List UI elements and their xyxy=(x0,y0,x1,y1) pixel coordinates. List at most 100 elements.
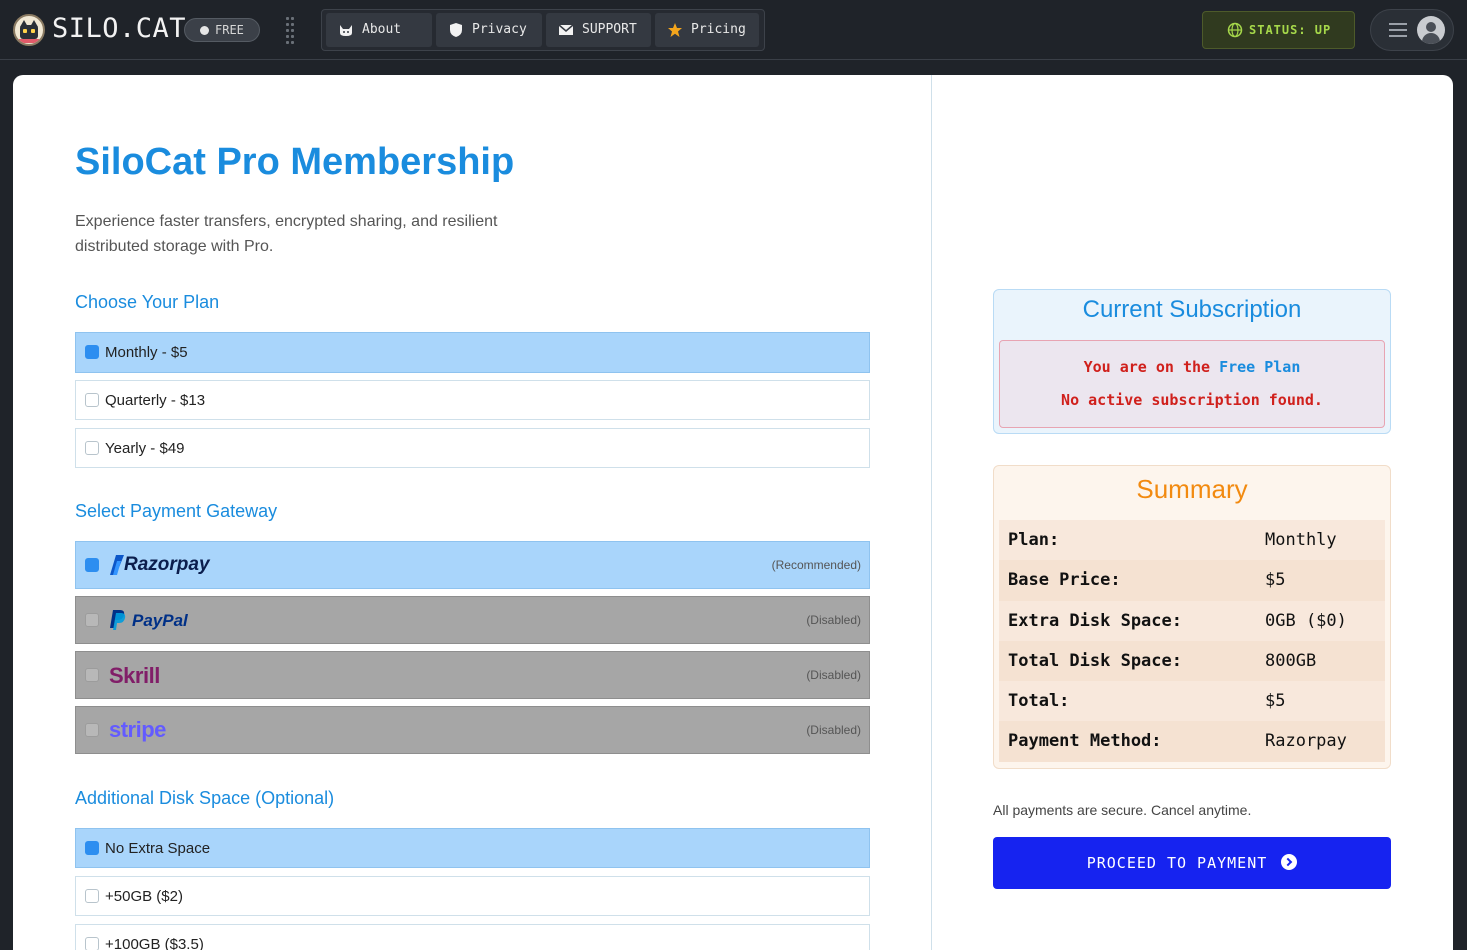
cat-icon xyxy=(340,25,352,36)
disk-checkbox[interactable] xyxy=(85,889,99,903)
silocat-logo-icon[interactable] xyxy=(13,14,45,46)
plan-section-title: Choose Your Plan xyxy=(75,292,220,312)
tier-badge: FREE xyxy=(184,18,260,42)
avatar[interactable] xyxy=(1417,16,1445,44)
gateway-checkbox xyxy=(85,723,99,737)
disk-label: +100GB ($3.5) xyxy=(105,936,204,950)
status-label: STATUS: UP xyxy=(1249,23,1332,37)
nav-support-button[interactable]: SUPPORT xyxy=(546,13,651,47)
summary-key: Total Disk Space: xyxy=(1008,650,1182,671)
gateway-option-stripe[interactable]: stripe (Disabled) xyxy=(75,706,870,754)
plan-checkbox[interactable] xyxy=(85,393,99,407)
subscription-title: Current Subscription xyxy=(1082,296,1302,323)
nav-pricing-button[interactable]: Pricing xyxy=(655,13,759,47)
gateway-checkbox[interactable] xyxy=(85,558,99,572)
gateway-note: (Disabled) xyxy=(806,613,861,627)
razorpay-logo-icon xyxy=(110,555,124,575)
gateway-option-skrill[interactable]: Skrill (Disabled) xyxy=(75,651,870,699)
page-subtitle: Experience faster transfers, encrypted s… xyxy=(75,213,498,255)
disk-option-50gb[interactable]: +50GB ($2) xyxy=(75,876,870,916)
subscription-message: No active subscription found. xyxy=(1061,391,1323,409)
summary-key: Payment Method: xyxy=(1008,731,1162,752)
gateway-name: stripe xyxy=(109,717,166,742)
summary-panel: Summary Plan: Monthly Base Price: $5 Ext… xyxy=(993,465,1391,769)
proceed-to-payment-button[interactable]: PROCEED TO PAYMENT xyxy=(993,837,1391,889)
summary-row-payment-method: Payment Method: Razorpay xyxy=(999,721,1385,762)
drag-handle-icon[interactable] xyxy=(286,17,296,44)
subscription-prefix: You are on the xyxy=(1083,358,1211,376)
summary-value: Monthly xyxy=(1265,530,1337,550)
summary-row-extra-disk: Extra Disk Space: 0GB ($0) xyxy=(999,600,1385,641)
disk-label: +50GB ($2) xyxy=(105,888,183,905)
nav-about-button[interactable]: About xyxy=(326,13,432,47)
disk-checkbox[interactable] xyxy=(85,937,99,950)
gateway-name: Razorpay xyxy=(124,554,210,575)
nav-support-label: SUPPORT xyxy=(582,22,637,37)
summary-value: $5 xyxy=(1265,691,1286,712)
gateway-option-razorpay[interactable]: Razorpay (Recommended) xyxy=(75,541,870,589)
subscription-alert: You are on the Free Plan No active subsc… xyxy=(999,340,1385,428)
shield-icon xyxy=(450,23,462,37)
summary-table: Plan: Monthly Base Price: $5 Extra Disk … xyxy=(999,520,1385,762)
summary-key: Plan: xyxy=(1008,530,1060,550)
summary-key: Extra Disk Space: xyxy=(1008,610,1182,631)
summary-row-base-price: Base Price: $5 xyxy=(999,560,1385,601)
summary-value: $5 xyxy=(1265,570,1286,591)
current-subscription-panel: Current Subscription You are on the Free… xyxy=(993,289,1391,434)
user-menu[interactable] xyxy=(1370,9,1454,51)
nav-pricing-label: Pricing xyxy=(691,22,746,37)
gateway-note: (Disabled) xyxy=(806,723,861,737)
summary-row-total-disk: Total Disk Space: 800GB xyxy=(999,640,1385,682)
disk-option-none[interactable]: No Extra Space xyxy=(75,828,870,868)
status-indicator[interactable]: STATUS: UP xyxy=(1202,11,1355,49)
gateway-checkbox xyxy=(85,668,99,682)
plan-label: Quarterly - $13 xyxy=(105,392,206,409)
gateway-option-paypal[interactable]: PayPal (Disabled) xyxy=(75,596,870,644)
subscription-status-line: You are on the Free Plan xyxy=(1000,358,1384,376)
plan-option-quarterly[interactable]: Quarterly - $13 xyxy=(75,380,870,420)
summary-value: 0GB ($0) xyxy=(1265,610,1347,631)
gateway-section-title: Select Payment Gateway xyxy=(75,501,278,521)
page-title: SiloCat Pro Membership xyxy=(75,141,515,183)
nav-privacy-label: Privacy xyxy=(472,22,527,37)
plan-option-yearly[interactable]: Yearly - $49 xyxy=(75,428,870,468)
column-divider xyxy=(931,75,932,950)
summary-row-total: Total: $5 xyxy=(999,681,1385,722)
plan-checkbox[interactable] xyxy=(85,345,99,359)
star-icon xyxy=(668,23,682,37)
plan-checkbox[interactable] xyxy=(85,441,99,455)
gateway-name: Skrill xyxy=(109,663,160,688)
paypal-logo-icon xyxy=(110,610,126,630)
plan-label: Monthly - $5 xyxy=(105,344,188,361)
globe-icon xyxy=(1227,22,1243,38)
arrow-right-icon xyxy=(1281,853,1298,870)
hamburger-menu-icon[interactable] xyxy=(1389,22,1407,38)
main-nav: About Privacy SUPPORT Pricing xyxy=(321,9,765,51)
top-navbar: SILO.CAT FREE About Privacy SUPPORT Pric… xyxy=(0,0,1467,60)
nav-privacy-button[interactable]: Privacy xyxy=(436,13,542,47)
nav-about-label: About xyxy=(362,22,402,37)
tier-badge-label: FREE xyxy=(215,23,244,37)
dot-icon xyxy=(200,26,209,35)
disk-option-100gb[interactable]: +100GB ($3.5) xyxy=(75,924,870,950)
current-plan-name: Free Plan xyxy=(1219,358,1301,376)
summary-value: Razorpay xyxy=(1265,731,1347,752)
plan-option-monthly[interactable]: Monthly - $5 xyxy=(75,332,870,373)
membership-card: SiloCat Pro Membership Experience faster… xyxy=(13,75,1453,950)
summary-key: Total: xyxy=(1008,691,1070,712)
disk-label: No Extra Space xyxy=(105,840,211,857)
proceed-button-label: PROCEED TO PAYMENT xyxy=(1086,854,1268,872)
brand-name[interactable]: SILO.CAT xyxy=(52,13,186,44)
gateway-note: (Disabled) xyxy=(806,668,861,682)
summary-value: 800GB xyxy=(1265,650,1317,671)
disk-checkbox[interactable] xyxy=(85,841,99,855)
plan-label: Yearly - $49 xyxy=(105,440,185,457)
mail-icon xyxy=(558,24,574,35)
paypal-wordmark: PayPal xyxy=(132,611,188,630)
summary-title: Summary xyxy=(1136,474,1248,504)
disk-section-title: Additional Disk Space (Optional) xyxy=(75,788,335,808)
gateway-note: (Recommended) xyxy=(771,558,861,572)
summary-row-plan: Plan: Monthly xyxy=(999,520,1385,561)
summary-key: Base Price: xyxy=(1008,570,1121,591)
secure-payment-note: All payments are secure. Cancel anytime. xyxy=(993,802,1252,818)
